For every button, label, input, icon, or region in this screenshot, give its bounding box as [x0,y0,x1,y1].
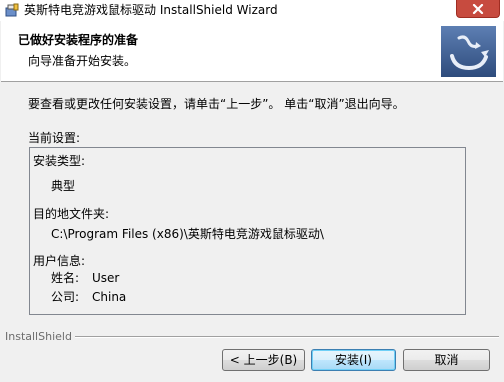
close-icon [472,3,484,14]
install-button[interactable]: 安装(I) [311,349,396,371]
installer-icon[interactable] [5,3,19,17]
name-value: User [92,271,120,285]
back-button[interactable]: < 上一步(B) [222,349,305,371]
header-subtitle: 向导准备开始安装。 [28,54,137,68]
current-settings-label: 当前设置: [28,131,81,145]
intro-text: 要查看或更改任何安装设置，请单击“上一步”。 单击“取消”退出向导。 [28,97,405,111]
brand-separator: InstallShield [5,330,499,344]
destination-value: C:\Program Files (x86)\英斯特电竞游戏鼠标驱动\ [51,227,324,241]
cancel-button-label: 取消 [434,353,459,367]
wizard-header: 已做好安装程序的准备 向导准备开始安装。 [1,21,503,82]
installshield-brand-text: InstallShield [5,330,75,343]
installshield-logo-icon [441,26,496,77]
setup-type-label: 安装类型: [33,154,86,168]
separator-line [5,336,499,338]
window-title: 英斯特电竞游戏鼠标驱动 InstallShield Wizard [24,3,278,17]
close-button[interactable] [456,0,500,18]
install-button-label: 安装(I) [335,353,372,367]
installshield-wizard-window: 英斯特电竞游戏鼠标驱动 InstallShield Wizard 已做好安装程序… [0,0,504,382]
cancel-button[interactable]: 取消 [403,349,490,371]
header-title: 已做好安装程序的准备 [18,33,139,47]
company-value: China [92,290,127,304]
user-info-label: 用户信息: [33,254,86,268]
back-button-label: < 上一步(B) [229,353,298,367]
title-bar[interactable]: 英斯特电竞游戏鼠标驱动 InstallShield Wizard [0,0,504,21]
name-label: 姓名: [51,271,80,285]
setup-type-value: 典型 [51,179,76,193]
destination-label: 目的地文件夹: [33,207,110,221]
settings-summary-box[interactable]: 安装类型: 典型 目的地文件夹: C:\Program Files (x86)\… [29,147,466,315]
company-label: 公司: [51,290,80,304]
